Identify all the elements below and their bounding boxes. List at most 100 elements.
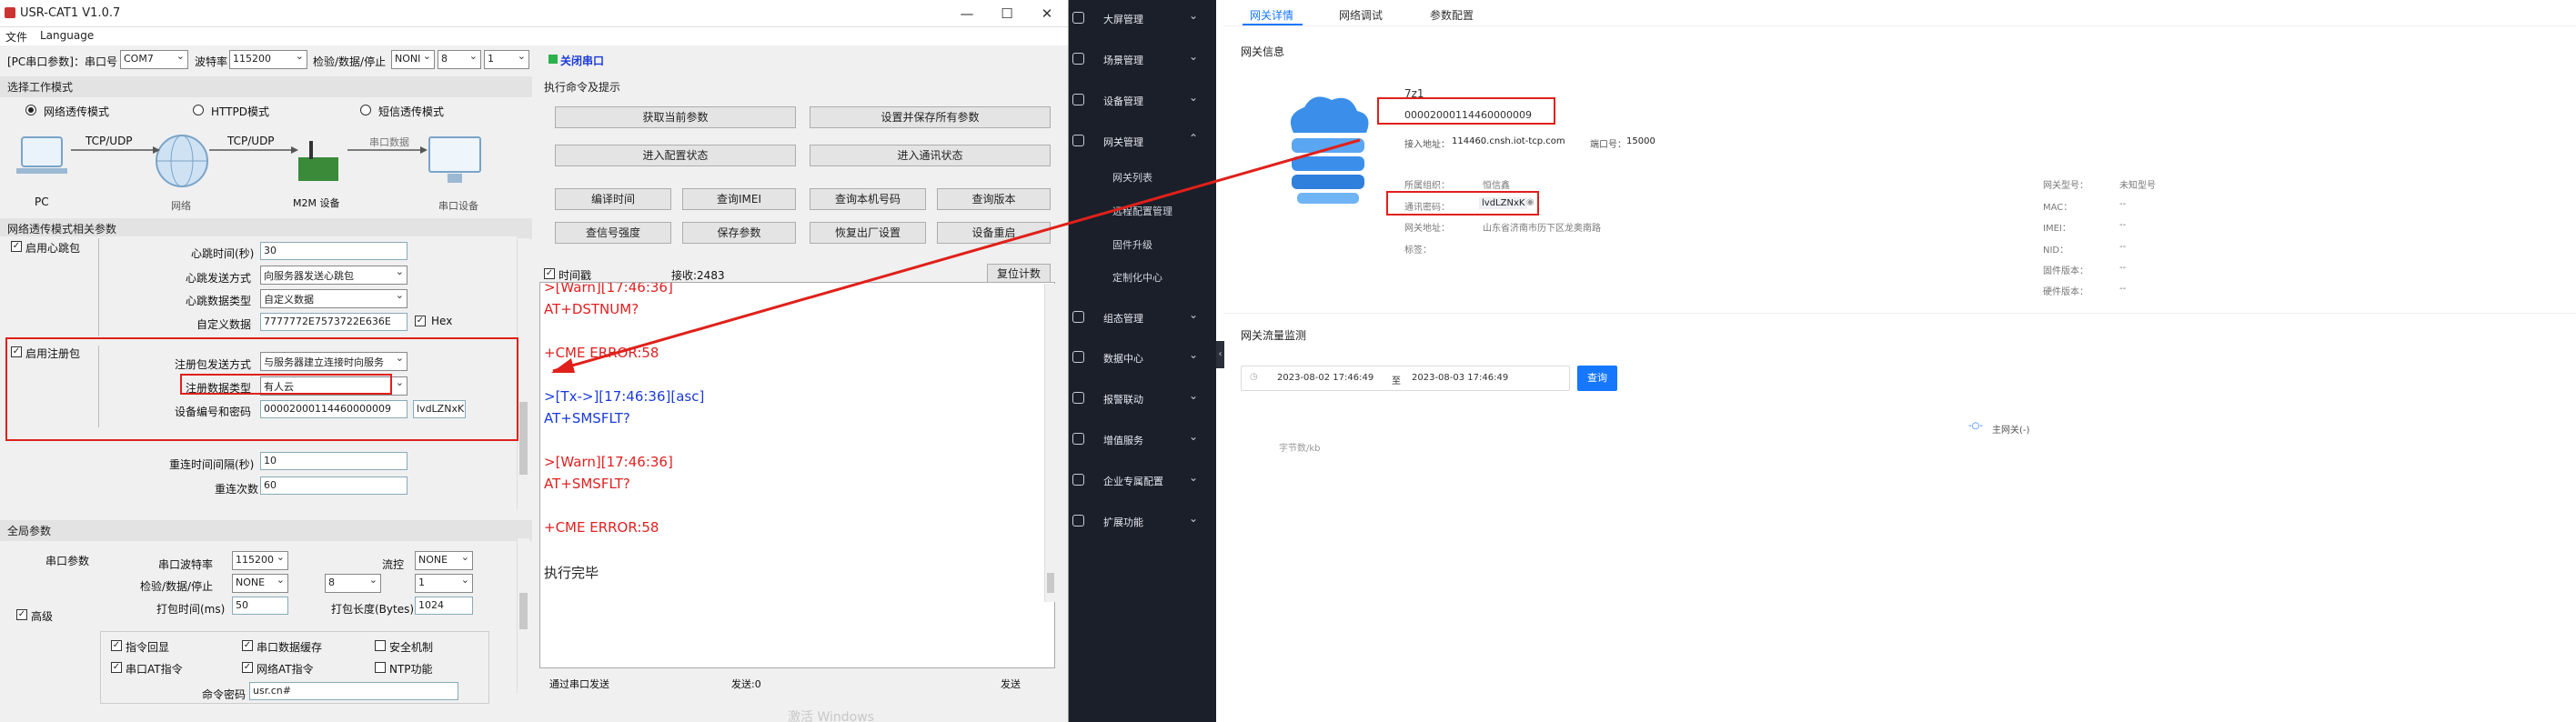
mode-radio-network[interactable] xyxy=(25,105,36,115)
databits-select[interactable]: 8 xyxy=(438,50,481,69)
tab-gateway-detail[interactable]: 网关详情 xyxy=(1250,7,1293,23)
port-value-web: 15000 xyxy=(1626,136,1655,146)
global-parity-label: 检验/数据/停止 xyxy=(140,580,214,593)
tab-network-debug[interactable]: 网络调试 xyxy=(1339,7,1383,23)
legend-main-gateway: 主网关(-) xyxy=(1992,426,2030,436)
heartbeat-send-select[interactable]: 向服务器发送心跳包 xyxy=(260,266,408,285)
params-scrollbar[interactable] xyxy=(517,238,529,509)
heartbeat-time-input[interactable]: 30 xyxy=(260,242,408,260)
port-select[interactable]: COM7 xyxy=(120,50,188,69)
set-save-button[interactable]: 设置并保存所有参数 xyxy=(810,106,1051,128)
chevron-down-icon: ⌄ xyxy=(1189,9,1199,22)
advanced-label: 高级 xyxy=(31,610,54,623)
cache-checkbox[interactable]: ✓ xyxy=(242,640,253,651)
query-phone-button[interactable]: 查询本机号码 xyxy=(810,188,926,210)
nav-item-extensions[interactable]: 扩展功能 ⌄ xyxy=(1069,507,1216,535)
signal-button[interactable]: 查信号强度 xyxy=(555,222,671,244)
parity-select[interactable]: NONI xyxy=(391,50,435,69)
config-icon xyxy=(1072,311,1084,323)
global-baud-select[interactable]: 115200 xyxy=(232,551,288,570)
addr-label: 网关地址： xyxy=(1404,224,1450,234)
minimize-button[interactable]: — xyxy=(947,0,987,27)
compile-time-button[interactable]: 编译时间 xyxy=(555,188,671,210)
save-params-button[interactable]: 保存参数 xyxy=(682,222,796,244)
stopbits-select[interactable]: 1 xyxy=(484,50,529,69)
echo-label: 指令回显 xyxy=(126,641,170,654)
global-scrollbar[interactable] xyxy=(517,538,529,693)
nav-sub-remote-config[interactable]: 远程配置管理 xyxy=(1112,204,1172,218)
global-parity-select[interactable]: NONE xyxy=(232,574,288,593)
security-checkbox[interactable] xyxy=(375,640,386,651)
custom-data-input[interactable]: 7777772E7573722E636E xyxy=(260,313,408,331)
echo-checkbox[interactable]: ✓ xyxy=(111,640,122,651)
nav-item-alarm[interactable]: 报警联动 ⌄ xyxy=(1069,385,1216,412)
menu-language[interactable]: Language xyxy=(40,29,94,42)
diagram-network: 网络 xyxy=(171,200,191,212)
nav-item-config[interactable]: 组态管理 ⌄ xyxy=(1069,304,1216,331)
global-databits-select[interactable]: 8 xyxy=(325,574,381,593)
tab-param-config[interactable]: 参数配置 xyxy=(1430,7,1474,23)
date-to[interactable]: 2023-08-03 17:46:49 xyxy=(1412,373,1508,383)
close-button[interactable]: ✕ xyxy=(1027,0,1067,27)
terminal-line: >[Warn][17:46:36] xyxy=(544,454,673,470)
terminal-scrollbar[interactable] xyxy=(1044,284,1055,602)
enter-comm-button[interactable]: 进入通讯状态 xyxy=(810,145,1051,166)
send-button[interactable]: 发送 xyxy=(1001,677,1021,691)
maximize-button[interactable]: ☐ xyxy=(987,0,1027,27)
timestamp-checkbox[interactable]: ✓ xyxy=(544,268,555,279)
send-via-select[interactable]: 通过串口发送 xyxy=(549,677,609,691)
enterprise-icon xyxy=(1072,474,1084,486)
diagram-m2m: M2M 设备 xyxy=(293,197,340,209)
cmd-pwd-input[interactable]: usr.cn# xyxy=(249,682,458,700)
flow-select[interactable]: NONE xyxy=(415,551,473,570)
query-imei-button[interactable]: 查询IMEI xyxy=(682,188,796,210)
query-version-button[interactable]: 查询版本 xyxy=(937,188,1051,210)
factory-reset-button[interactable]: 恢复出厂设置 xyxy=(810,222,926,244)
advanced-checkbox[interactable]: ✓ xyxy=(16,609,27,620)
heartbeat-checkbox[interactable]: ✓ xyxy=(11,241,22,252)
nav-item-enterprise[interactable]: 企业专属配置 ⌄ xyxy=(1069,466,1216,494)
global-stopbits-select[interactable]: 1 xyxy=(415,574,473,593)
heartbeat-enable-label: 启用心跳包 xyxy=(25,242,81,255)
gateway-icon xyxy=(1072,135,1084,146)
hex-checkbox[interactable]: ✓ xyxy=(415,316,426,326)
mode-radio-httpd[interactable] xyxy=(193,105,204,115)
mode-radio-sms[interactable] xyxy=(360,105,371,115)
serial-at-checkbox[interactable]: ✓ xyxy=(111,662,122,673)
enter-config-button[interactable]: 进入配置状态 xyxy=(555,145,796,166)
port-label: [PC串口参数]：串口号 xyxy=(7,55,117,68)
nav-item-data[interactable]: 数据中心 ⌄ xyxy=(1069,344,1216,371)
nav-item-screen[interactable]: 大屏管理 ⌄ xyxy=(1069,5,1216,32)
terminal-line: AT+SMSFLT? xyxy=(544,410,630,426)
services-icon xyxy=(1072,433,1084,445)
serial-at-label: 串口AT指令 xyxy=(126,663,183,676)
ntp-checkbox[interactable] xyxy=(375,662,386,673)
pack-time-input[interactable]: 50 xyxy=(232,597,288,615)
collapse-nav-button[interactable]: ‹ xyxy=(1216,341,1224,368)
nid-label: NID： xyxy=(2043,246,2069,256)
heartbeat-type-select[interactable]: 自定义数据 xyxy=(260,289,408,308)
nav-sub-gateway-list[interactable]: 网关列表 xyxy=(1112,170,1152,185)
reconnect-interval-input[interactable]: 10 xyxy=(260,452,408,470)
query-button[interactable]: 查询 xyxy=(1577,366,1617,391)
pack-len-label: 打包长度(Bytes) xyxy=(331,603,415,616)
nav-sub-firmware[interactable]: 固件升级 xyxy=(1112,237,1152,252)
date-from[interactable]: 2023-08-02 17:46:49 xyxy=(1277,373,1374,383)
access-label: 接入地址： xyxy=(1404,140,1450,150)
net-at-checkbox[interactable]: ✓ xyxy=(242,662,253,673)
nav-item-gateway[interactable]: 网关管理 ⌃ xyxy=(1069,127,1216,155)
section-divider xyxy=(1224,313,2576,314)
global-baud-label: 串口波特率 xyxy=(158,558,214,571)
baud-select[interactable]: 115200 xyxy=(229,50,307,69)
get-params-button[interactable]: 获取当前参数 xyxy=(555,106,796,128)
menu-file[interactable]: 文件 xyxy=(5,29,27,45)
nav-item-services[interactable]: 增值服务 ⌄ xyxy=(1069,426,1216,453)
nav-item-scene[interactable]: 场景管理 ⌄ xyxy=(1069,45,1216,73)
reconnect-count-input[interactable]: 60 xyxy=(260,476,408,495)
nav-item-device[interactable]: 设备管理 ⌄ xyxy=(1069,86,1216,114)
close-port-button[interactable]: 关闭串口 xyxy=(560,53,604,68)
pack-len-input[interactable]: 1024 xyxy=(415,597,473,615)
nav-sub-custom[interactable]: 定制化中心 xyxy=(1112,270,1162,285)
reset-count-button[interactable]: 复位计数 xyxy=(987,264,1051,284)
restart-button[interactable]: 设备重启 xyxy=(937,222,1051,244)
